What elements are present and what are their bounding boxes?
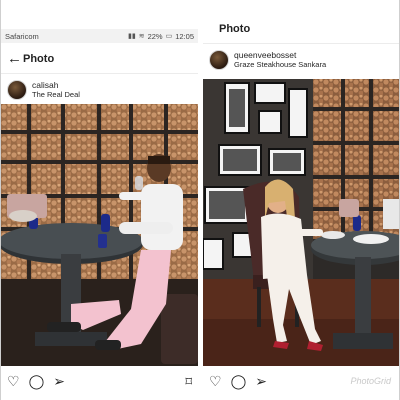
post-user-row: calisah The Real Deal bbox=[1, 75, 198, 105]
page-title: Photo bbox=[23, 52, 55, 65]
comment-icon[interactable]: ◯ bbox=[29, 374, 45, 388]
battery-label: 22% bbox=[147, 31, 163, 41]
comment-icon[interactable]: ◯ bbox=[231, 374, 247, 388]
share-icon[interactable]: ➢ bbox=[255, 374, 267, 388]
post-user-row: queenveebosset Graze Steakhouse Sankara bbox=[203, 45, 399, 75]
share-icon[interactable]: ➢ bbox=[53, 374, 65, 388]
avatar[interactable] bbox=[209, 50, 229, 70]
time-label: 12:05 bbox=[175, 31, 194, 41]
signal-icon: ▮▮ bbox=[127, 33, 136, 40]
action-bar: ♡ ◯ ➢ ⌑ bbox=[1, 366, 198, 396]
page-title: Photo bbox=[219, 22, 251, 35]
status-right: ▮▮ ≋ 22% ▭ 12:05 bbox=[128, 32, 194, 41]
battery-icon: ▭ bbox=[165, 33, 173, 40]
back-arrow-icon[interactable]: ← bbox=[1, 50, 23, 67]
right-screenshot: Photo queenveebosset Graze Steakhouse Sa… bbox=[203, 0, 399, 400]
photo-header: ← Photo bbox=[1, 44, 198, 74]
user-text: queenveebosset Graze Steakhouse Sankara bbox=[234, 50, 326, 70]
post-photo[interactable] bbox=[1, 104, 198, 366]
restaurant-photo-left bbox=[1, 104, 198, 366]
bookmark-icon[interactable]: ⌑ bbox=[185, 375, 192, 388]
location-link[interactable]: Graze Steakhouse Sankara bbox=[234, 60, 326, 70]
status-bar: Safaricom ▮▮ ≋ 22% ▭ 12:05 bbox=[1, 29, 198, 43]
post-photo[interactable] bbox=[203, 79, 399, 366]
left-screenshot: Safaricom ▮▮ ≋ 22% ▭ 12:05 ← Photo calis… bbox=[1, 0, 198, 400]
heart-icon[interactable]: ♡ bbox=[7, 374, 20, 388]
wifi-icon: ≋ bbox=[138, 33, 145, 40]
photogrid-watermark: PhotoGrid bbox=[350, 376, 391, 386]
photo-header: Photo bbox=[203, 14, 399, 44]
location-link[interactable]: The Real Deal bbox=[32, 90, 80, 100]
restaurant-photo-right bbox=[203, 79, 399, 366]
avatar[interactable] bbox=[7, 80, 27, 100]
user-text: calisah The Real Deal bbox=[32, 80, 80, 100]
heart-icon[interactable]: ♡ bbox=[209, 374, 222, 388]
carrier-label: Safaricom bbox=[5, 31, 39, 41]
